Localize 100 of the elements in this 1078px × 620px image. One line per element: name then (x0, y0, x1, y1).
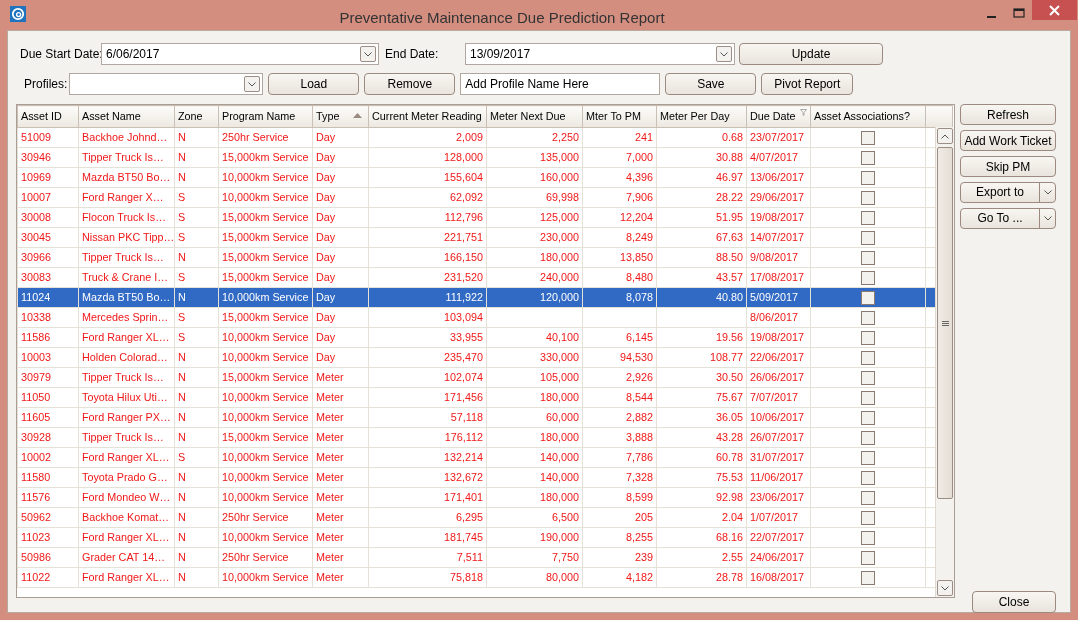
table-cell: 250hr Service (218, 547, 313, 568)
column-header[interactable]: Asset Name (78, 105, 175, 128)
table-cell: 0.68 (656, 127, 747, 148)
action-button[interactable]: Refresh (960, 104, 1056, 125)
remove-button[interactable]: Remove (364, 73, 456, 95)
table-cell: 180,000 (486, 427, 583, 448)
checkbox[interactable] (861, 190, 875, 205)
checkbox[interactable] (861, 390, 875, 405)
action-button[interactable]: Add Work Ticket (960, 130, 1056, 151)
checkbox[interactable] (861, 550, 875, 565)
table-cell: N (174, 427, 219, 448)
table-cell: Truck & Crane I… (78, 267, 175, 288)
save-button[interactable]: Save (665, 73, 757, 95)
checkbox[interactable] (861, 290, 875, 305)
checkbox[interactable] (861, 510, 875, 525)
table-cell: 128,000 (368, 147, 487, 168)
table-cell: 7,511 (368, 547, 487, 568)
checkbox[interactable] (861, 310, 875, 325)
table-cell: 10969 (17, 167, 79, 188)
table-cell: 51.95 (656, 207, 747, 228)
scrollbar[interactable] (935, 127, 954, 597)
table-cell: 10,000km Service (218, 447, 313, 468)
table-cell: 30045 (17, 227, 79, 248)
checkbox[interactable] (861, 330, 875, 345)
action-button[interactable]: Skip PM (960, 156, 1056, 177)
checkbox[interactable] (861, 150, 875, 165)
chevron-down-icon (1043, 190, 1052, 195)
profiles-dropdown[interactable] (69, 73, 264, 95)
table-cell: Meter (312, 567, 369, 588)
checkbox[interactable] (861, 230, 875, 245)
checkbox[interactable] (861, 210, 875, 225)
checkbox[interactable] (861, 170, 875, 185)
date-picker[interactable]: 13/09/2017 (465, 43, 735, 65)
date-picker[interactable]: 6/06/2017 (101, 43, 379, 65)
table-cell: 2,009 (368, 127, 487, 148)
table-cell: Flocon Truck Is… (78, 207, 175, 228)
close-window-button[interactable] (1032, 0, 1077, 20)
table-cell: 31/07/2017 (746, 447, 811, 468)
table-cell: 50986 (17, 547, 79, 568)
table-cell: 68.16 (656, 527, 747, 548)
column-header[interactable]: Asset Associations? (810, 105, 926, 128)
table-cell: 94,530 (582, 347, 657, 368)
table-cell: 15,000km Service (218, 307, 313, 328)
table-cell: 30.50 (656, 367, 747, 388)
table-cell: S (174, 267, 219, 288)
close-button[interactable]: Close (972, 591, 1056, 613)
scroll-up-button[interactable] (937, 128, 953, 144)
column-header[interactable]: Meter Per Day (656, 105, 747, 128)
column-header[interactable]: Asset ID (17, 105, 79, 128)
chevron-down-icon (248, 81, 257, 87)
load-button[interactable]: Load (268, 73, 360, 95)
table-cell: Meter (312, 547, 369, 568)
table-row[interactable]: 11024 Mazda BT50 Bo… N 10,000km Service Day 111,922 120,000 8,078 40.80 5/09/2017 (17, 287, 953, 308)
table-cell: N (174, 247, 219, 268)
checkbox[interactable] (861, 450, 875, 465)
table-cell: Toyota Hilux Uti… (78, 387, 175, 408)
checkbox[interactable] (861, 250, 875, 265)
filter-icon[interactable] (800, 109, 807, 116)
table-cell: 10003 (17, 347, 79, 368)
dropdown-button[interactable]: Go To ... (960, 208, 1056, 229)
table-cell: 231,520 (368, 267, 487, 288)
table-cell: 330,000 (486, 347, 583, 368)
checkbox[interactable] (861, 470, 875, 485)
table-cell: 33,955 (368, 327, 487, 348)
scroll-thumb[interactable] (937, 147, 953, 499)
checkbox[interactable] (861, 370, 875, 385)
table-cell: 10,000km Service (218, 467, 313, 488)
table-cell: Ford Ranger XL… (78, 447, 175, 468)
table-cell: 3,888 (582, 427, 657, 448)
column-header[interactable]: Program Name (218, 105, 313, 128)
checkbox[interactable] (861, 430, 875, 445)
table-cell: Ford Ranger XL… (78, 327, 175, 348)
checkbox[interactable] (861, 350, 875, 365)
checkbox[interactable] (861, 530, 875, 545)
checkbox[interactable] (861, 410, 875, 425)
column-header[interactable]: Type (312, 105, 369, 128)
pivot-report-button[interactable]: Pivot Report (761, 73, 854, 95)
table-cell: S (174, 207, 219, 228)
profile-name-field[interactable]: Add Profile Name Here (460, 73, 661, 95)
column-header[interactable]: Due Date (746, 105, 811, 128)
table-cell: 11586 (17, 327, 79, 348)
update-button[interactable]: Update (739, 43, 883, 65)
checkbox[interactable] (861, 570, 875, 585)
table-cell: 23/07/2017 (746, 127, 811, 148)
scroll-down-button[interactable] (937, 580, 953, 596)
column-header[interactable]: Meter Next Due (486, 105, 583, 128)
dropdown-button[interactable]: Export to (960, 182, 1056, 203)
column-header[interactable]: Current Meter Reading (368, 105, 487, 128)
checkbox[interactable] (861, 490, 875, 505)
table-cell: 19/08/2017 (746, 327, 811, 348)
table-cell: N (174, 487, 219, 508)
checkbox[interactable] (861, 270, 875, 285)
table-cell: 132,672 (368, 467, 487, 488)
checkbox[interactable] (861, 130, 875, 145)
table-cell: 46.97 (656, 167, 747, 188)
column-header[interactable]: Mter To PM (582, 105, 657, 128)
table-cell: 239 (582, 547, 657, 568)
column-header[interactable]: Zone (174, 105, 219, 128)
table-cell: 180,000 (486, 387, 583, 408)
table-cell: 235,470 (368, 347, 487, 368)
